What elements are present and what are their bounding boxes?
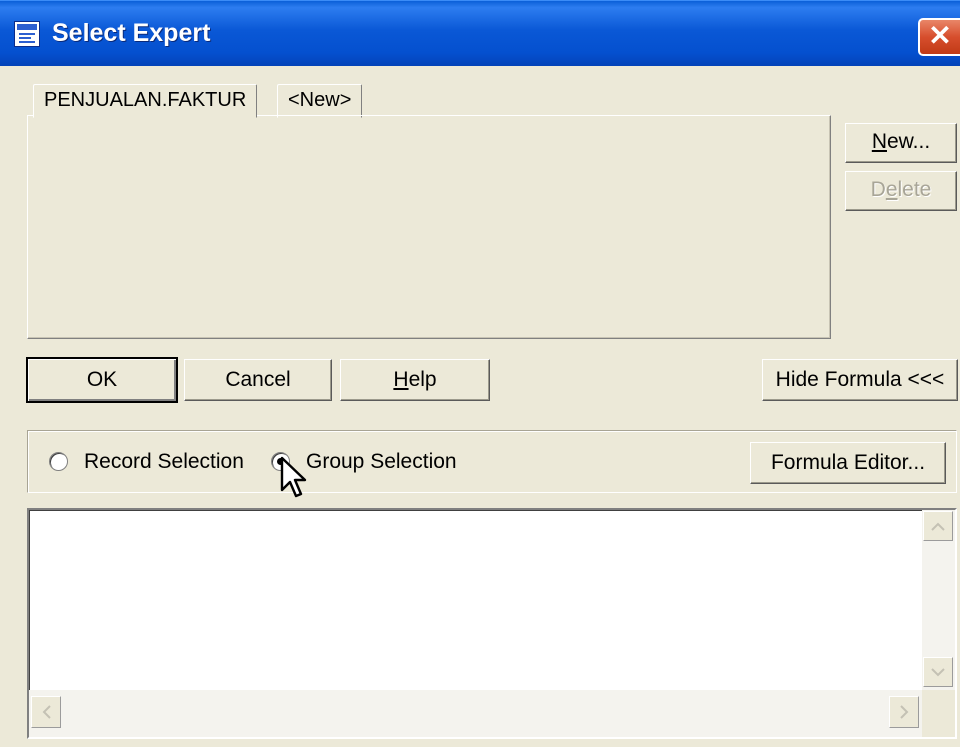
tab-penjualan-faktur[interactable]: PENJUALAN.FAKTUR bbox=[33, 84, 258, 118]
scrollbar-corner bbox=[922, 690, 955, 737]
ok-button[interactable]: OK bbox=[26, 357, 178, 403]
close-icon[interactable]: ✕ bbox=[918, 18, 960, 56]
scroll-right-icon[interactable] bbox=[889, 696, 919, 728]
scroll-up-icon[interactable] bbox=[923, 511, 953, 541]
cursor-icon bbox=[280, 456, 307, 498]
delete-button[interactable]: Delete bbox=[845, 171, 957, 211]
new-button[interactable]: New... bbox=[845, 123, 957, 163]
formula-text-area[interactable] bbox=[27, 508, 957, 739]
window-icon bbox=[14, 21, 40, 47]
help-button[interactable]: Help bbox=[340, 359, 490, 401]
scroll-left-icon[interactable] bbox=[31, 696, 61, 728]
horizontal-scrollbar[interactable] bbox=[29, 690, 922, 737]
title-bar: Select Expert ✕ bbox=[0, 0, 960, 66]
group-selection-label[interactable]: Group Selection bbox=[306, 450, 457, 474]
hide-formula-button[interactable]: Hide Formula <<< bbox=[762, 359, 958, 401]
window-title: Select Expert bbox=[52, 19, 211, 47]
cancel-button[interactable]: Cancel bbox=[184, 359, 332, 401]
formula-editor-button[interactable]: Formula Editor... bbox=[750, 442, 946, 484]
vertical-scrollbar[interactable] bbox=[922, 510, 955, 690]
tab-new[interactable]: <New> bbox=[277, 84, 363, 118]
record-selection-radio[interactable] bbox=[49, 452, 68, 471]
record-selection-label[interactable]: Record Selection bbox=[84, 450, 244, 474]
scroll-down-icon[interactable] bbox=[923, 657, 953, 687]
tab-panel bbox=[27, 115, 831, 339]
